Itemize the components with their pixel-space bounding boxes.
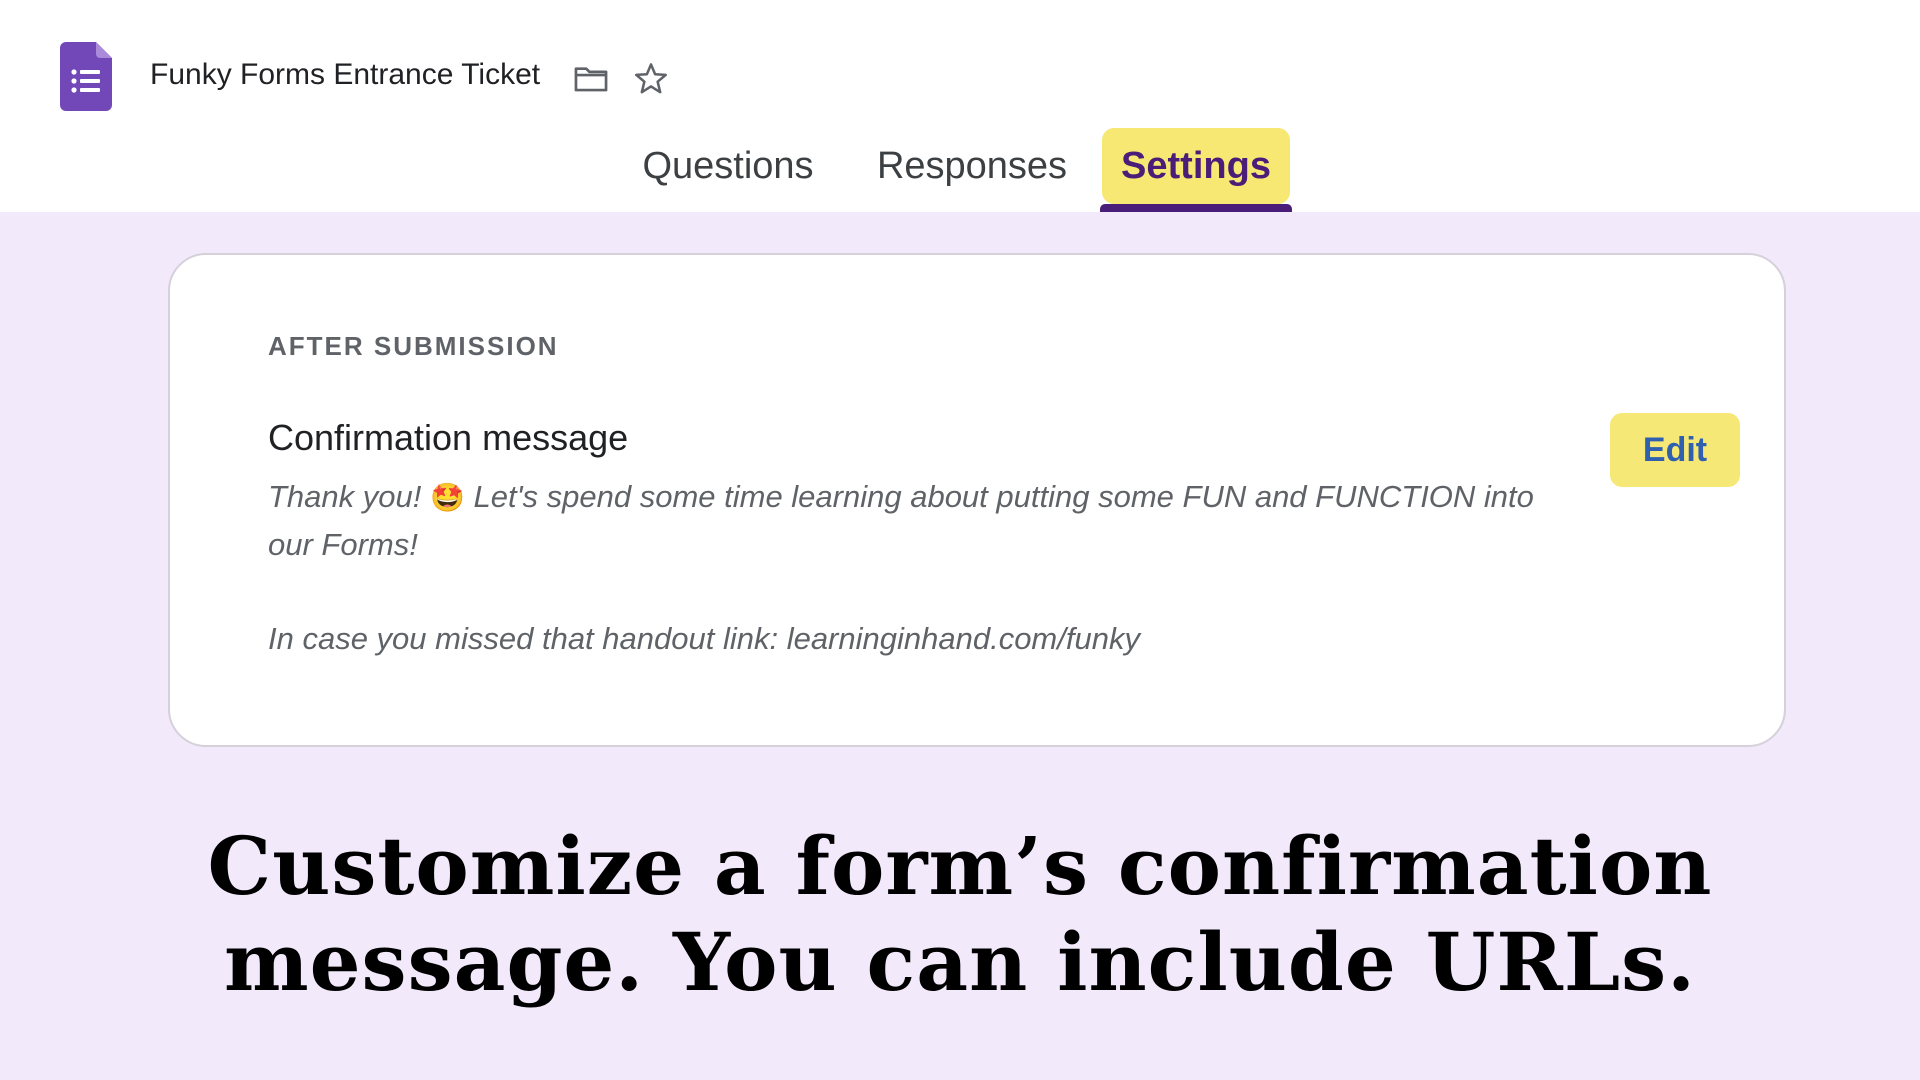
star-icon[interactable] <box>632 60 670 98</box>
caption-overlay: Customize a form’s confirmation message.… <box>0 818 1920 1010</box>
app-header: Funky Forms Entrance Ticket Questions Re… <box>0 0 1920 212</box>
section-label: AFTER SUBMISSION <box>268 331 559 361</box>
confirmation-line-1: Thank you! 🤩 Let's spend some time learn… <box>268 473 1568 568</box>
settings-card: AFTER SUBMISSION Confirmation message Th… <box>168 253 1786 747</box>
edit-button[interactable]: Edit <box>1610 413 1740 487</box>
confirmation-message-text: Thank you! 🤩 Let's spend some time learn… <box>268 473 1568 662</box>
form-tabs: Questions Responses Settings <box>0 128 1920 212</box>
folder-icon[interactable] <box>572 60 610 98</box>
google-forms-icon[interactable] <box>60 42 112 111</box>
caption-line-1: Customize a form’s confirmation <box>207 819 1713 913</box>
form-title[interactable]: Funky Forms Entrance Ticket <box>150 58 540 92</box>
confirmation-line-2: In case you missed that handout link: le… <box>268 621 1140 656</box>
tab-questions[interactable]: Questions <box>632 128 824 204</box>
tab-settings[interactable]: Settings <box>1102 128 1290 204</box>
confirmation-message-title: Confirmation message <box>268 417 629 458</box>
tab-responses[interactable]: Responses <box>874 128 1070 204</box>
star-struck-emoji-icon: 🤩 <box>430 482 465 513</box>
confirmation-text-start: Thank you! <box>268 479 422 514</box>
caption-line-2: message. You can include URLs. <box>224 915 1696 1009</box>
active-tab-indicator <box>1100 204 1292 212</box>
